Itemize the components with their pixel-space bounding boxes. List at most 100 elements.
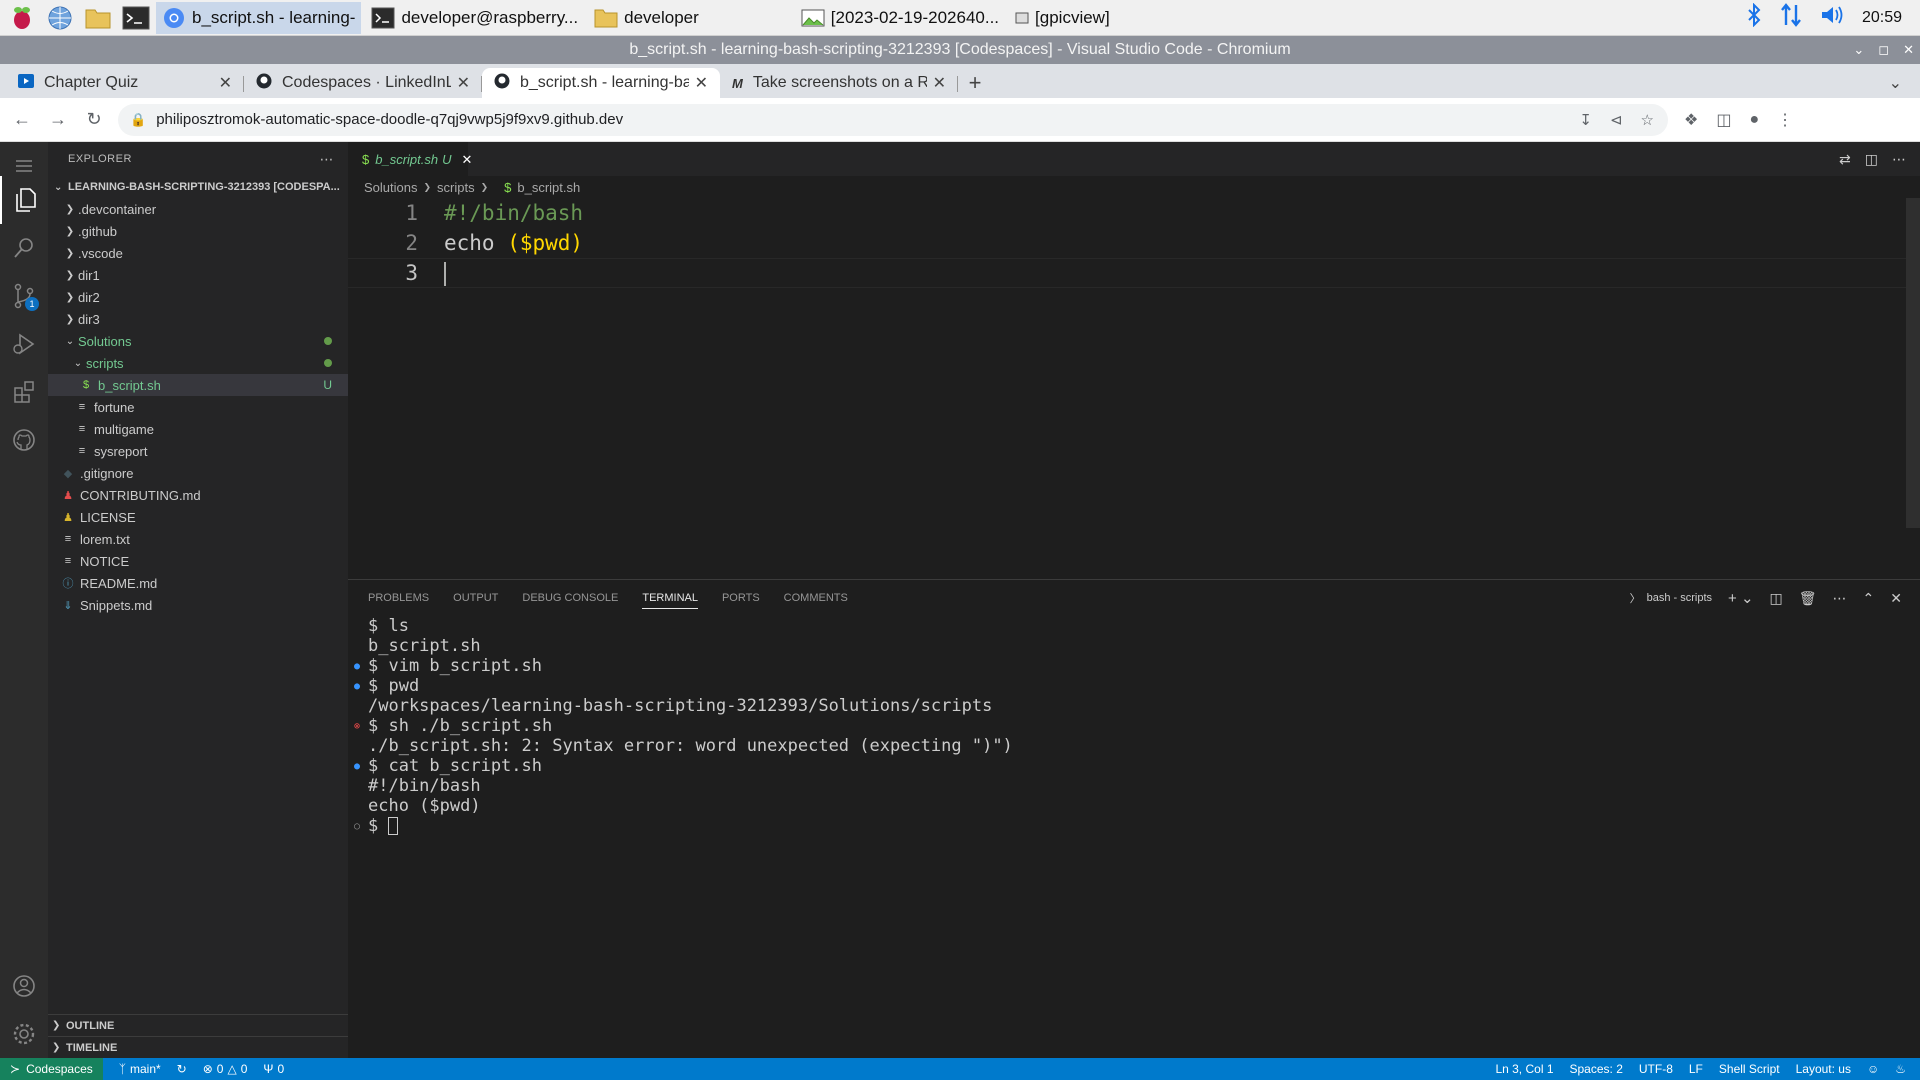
search-icon[interactable] bbox=[0, 224, 48, 272]
extensions-icon[interactable]: ❖ bbox=[1684, 110, 1698, 130]
tree-file-multigame[interactable]: ≡ multigame bbox=[48, 418, 348, 440]
tree-file-gitignore[interactable]: ◆ .gitignore bbox=[48, 462, 348, 484]
tree-file-contributing[interactable]: ♟ CONTRIBUTING.md bbox=[48, 484, 348, 506]
remote-indicator[interactable]: ≻ Codespaces bbox=[0, 1058, 103, 1080]
more-actions-icon[interactable]: ⋯ bbox=[320, 151, 335, 168]
close-tab-icon[interactable]: ✕ bbox=[457, 73, 470, 93]
browser-tab-b-script[interactable]: b_script.sh - learning-bas ✕ bbox=[482, 68, 720, 98]
profile-avatar-icon[interactable]: ● bbox=[1749, 111, 1759, 129]
command-success-icon[interactable]: ● bbox=[354, 761, 360, 772]
close-tab-icon[interactable]: ✕ bbox=[219, 73, 232, 93]
network-icon[interactable] bbox=[1780, 3, 1802, 32]
tree-file-b-script[interactable]: $ b_script.sh U bbox=[48, 374, 348, 396]
tree-file-license[interactable]: ♟ LICENSE bbox=[48, 506, 348, 528]
file-manager-icon[interactable] bbox=[82, 4, 114, 32]
maximize-icon[interactable]: ◻ bbox=[1878, 42, 1889, 58]
maximize-panel-icon[interactable]: ⌃ bbox=[1863, 590, 1875, 607]
breadcrumb-item[interactable]: b_script.sh bbox=[517, 180, 580, 195]
tab-debug-console[interactable]: DEBUG CONSOLE bbox=[522, 592, 618, 604]
extensions-icon[interactable] bbox=[0, 368, 48, 416]
tree-folder-devcontainer[interactable]: ❯ .devcontainer bbox=[48, 198, 348, 220]
side-panel-icon[interactable]: ◫ bbox=[1716, 110, 1731, 130]
tab-search-icon[interactable]: ⌄ bbox=[1889, 68, 1902, 98]
tree-folder-github[interactable]: ❯ .github bbox=[48, 220, 348, 242]
tree-folder-dir1[interactable]: ❯ dir1 bbox=[48, 264, 348, 286]
task-chromium[interactable]: b_script.sh - learning- bbox=[156, 1, 362, 34]
branch-status[interactable]: ᛉ main* bbox=[119, 1062, 161, 1076]
outline-section[interactable]: ❯ OUTLINE bbox=[48, 1014, 348, 1036]
terminal-instance[interactable]: bash - scripts bbox=[1647, 592, 1712, 604]
command-success-icon[interactable]: ● bbox=[354, 661, 360, 672]
web-browser-icon[interactable] bbox=[44, 4, 76, 32]
close-panel-icon[interactable]: ✕ bbox=[1890, 590, 1902, 607]
breadcrumb-item[interactable]: Solutions bbox=[364, 180, 417, 195]
close-editor-icon[interactable]: ✕ bbox=[462, 152, 473, 168]
explorer-files-icon[interactable] bbox=[0, 176, 48, 224]
tree-file-snippets[interactable]: ⇓ Snippets.md bbox=[48, 594, 348, 616]
tab-comments[interactable]: COMMENTS bbox=[784, 592, 848, 604]
sync-status[interactable]: ↻ bbox=[177, 1062, 187, 1076]
tree-file-notice[interactable]: ≡ NOTICE bbox=[48, 550, 348, 572]
source-control-icon[interactable]: 1 bbox=[0, 272, 48, 320]
split-editor-icon[interactable]: ◫ bbox=[1865, 151, 1878, 168]
accounts-icon[interactable] bbox=[0, 962, 48, 1010]
install-app-icon[interactable]: ↧ bbox=[1579, 111, 1592, 129]
tab-output[interactable]: OUTPUT bbox=[453, 592, 498, 604]
minimize-icon[interactable]: ⌄ bbox=[1853, 42, 1864, 58]
command-error-icon[interactable]: ⊗ bbox=[354, 721, 360, 732]
browser-tab-chapter-quiz[interactable]: Chapter Quiz ✕ bbox=[6, 68, 244, 98]
editor-more-icon[interactable]: ⋯ bbox=[1892, 151, 1906, 168]
raspberry-menu-icon[interactable] bbox=[6, 4, 38, 32]
reload-button[interactable]: ↻ bbox=[80, 106, 108, 134]
share-icon[interactable]: ⊲ bbox=[1610, 111, 1623, 129]
workspace-root[interactable]: ⌄ LEARNING-BASH-SCRIPTING-3212393 [CODES… bbox=[48, 176, 348, 198]
tree-file-fortune[interactable]: ≡ fortune bbox=[48, 396, 348, 418]
timeline-section[interactable]: ❯ TIMELINE bbox=[48, 1036, 348, 1058]
notifications-bell-icon[interactable]: ♨ bbox=[1895, 1062, 1906, 1076]
task-image-viewer[interactable]: [2023-02-19-202640... bbox=[795, 2, 1005, 34]
tab-problems[interactable]: PROBLEMS bbox=[368, 592, 429, 604]
task-gpicview[interactable]: [gpicview] bbox=[1009, 2, 1116, 34]
tree-folder-scripts[interactable]: ⌄ scripts bbox=[48, 352, 348, 374]
tree-file-lorem[interactable]: ≡ lorem.txt bbox=[48, 528, 348, 550]
tab-ports[interactable]: PORTS bbox=[722, 592, 760, 604]
panel-more-icon[interactable]: ⋯ bbox=[1833, 590, 1847, 607]
terminal-launcher-icon[interactable] bbox=[120, 4, 152, 32]
manage-gear-icon[interactable] bbox=[0, 1010, 48, 1058]
forward-button[interactable]: → bbox=[44, 106, 72, 134]
editor-tab-b-script[interactable]: $ b_script.sh U ✕ bbox=[348, 142, 472, 176]
ports-status[interactable]: Ψ 0 bbox=[263, 1062, 284, 1076]
task-folder[interactable]: developer bbox=[588, 2, 705, 34]
close-tab-icon[interactable]: ✕ bbox=[933, 73, 946, 93]
tree-folder-dir2[interactable]: ❯ dir2 bbox=[48, 286, 348, 308]
github-icon[interactable] bbox=[0, 416, 48, 464]
close-icon[interactable]: ✕ bbox=[1903, 42, 1914, 58]
tree-file-sysreport[interactable]: ≡ sysreport bbox=[48, 440, 348, 462]
open-changes-icon[interactable]: ⇄ bbox=[1839, 151, 1851, 168]
editor-scrollbar[interactable] bbox=[1906, 198, 1920, 528]
clock[interactable]: 20:59 bbox=[1862, 9, 1902, 27]
back-button[interactable]: ← bbox=[8, 106, 36, 134]
new-terminal-icon[interactable]: + ⌄ bbox=[1728, 589, 1754, 607]
breadcrumb-item[interactable]: scripts bbox=[437, 180, 475, 195]
end-of-line[interactable]: LF bbox=[1689, 1062, 1703, 1076]
command-success-icon[interactable]: ● bbox=[354, 681, 360, 692]
lock-icon[interactable]: 🔒 bbox=[130, 112, 146, 128]
tree-file-readme[interactable]: ⓘ README.md bbox=[48, 572, 348, 594]
address-bar[interactable]: 🔒 philiposztromok-automatic-space-doodle… bbox=[118, 103, 1668, 136]
run-debug-icon[interactable] bbox=[0, 320, 48, 368]
split-terminal-icon[interactable]: ◫ bbox=[1770, 590, 1783, 607]
browser-tab-codespaces[interactable]: Codespaces · LinkedInLe ✕ bbox=[244, 68, 482, 98]
cursor-position[interactable]: Ln 3, Col 1 bbox=[1495, 1062, 1553, 1076]
close-tab-icon[interactable]: ✕ bbox=[695, 73, 708, 93]
tab-terminal[interactable]: TERMINAL bbox=[642, 592, 698, 609]
language-mode[interactable]: Shell Script bbox=[1719, 1062, 1780, 1076]
bookmark-star-icon[interactable]: ☆ bbox=[1641, 111, 1654, 129]
problems-status[interactable]: ⊗ 0 △ 0 bbox=[203, 1062, 248, 1076]
kill-terminal-icon[interactable]: 🗑 bbox=[1799, 590, 1817, 607]
bluetooth-icon[interactable] bbox=[1746, 2, 1762, 32]
terminal-output[interactable]: $ ls b_script.sh ● $ vim b_script.sh ● $ p… bbox=[348, 616, 1920, 836]
feedback-icon[interactable]: ☺ bbox=[1867, 1062, 1879, 1076]
keyboard-layout[interactable]: Layout: us bbox=[1796, 1062, 1851, 1076]
task-terminal[interactable]: developer@raspberry... bbox=[365, 2, 584, 34]
